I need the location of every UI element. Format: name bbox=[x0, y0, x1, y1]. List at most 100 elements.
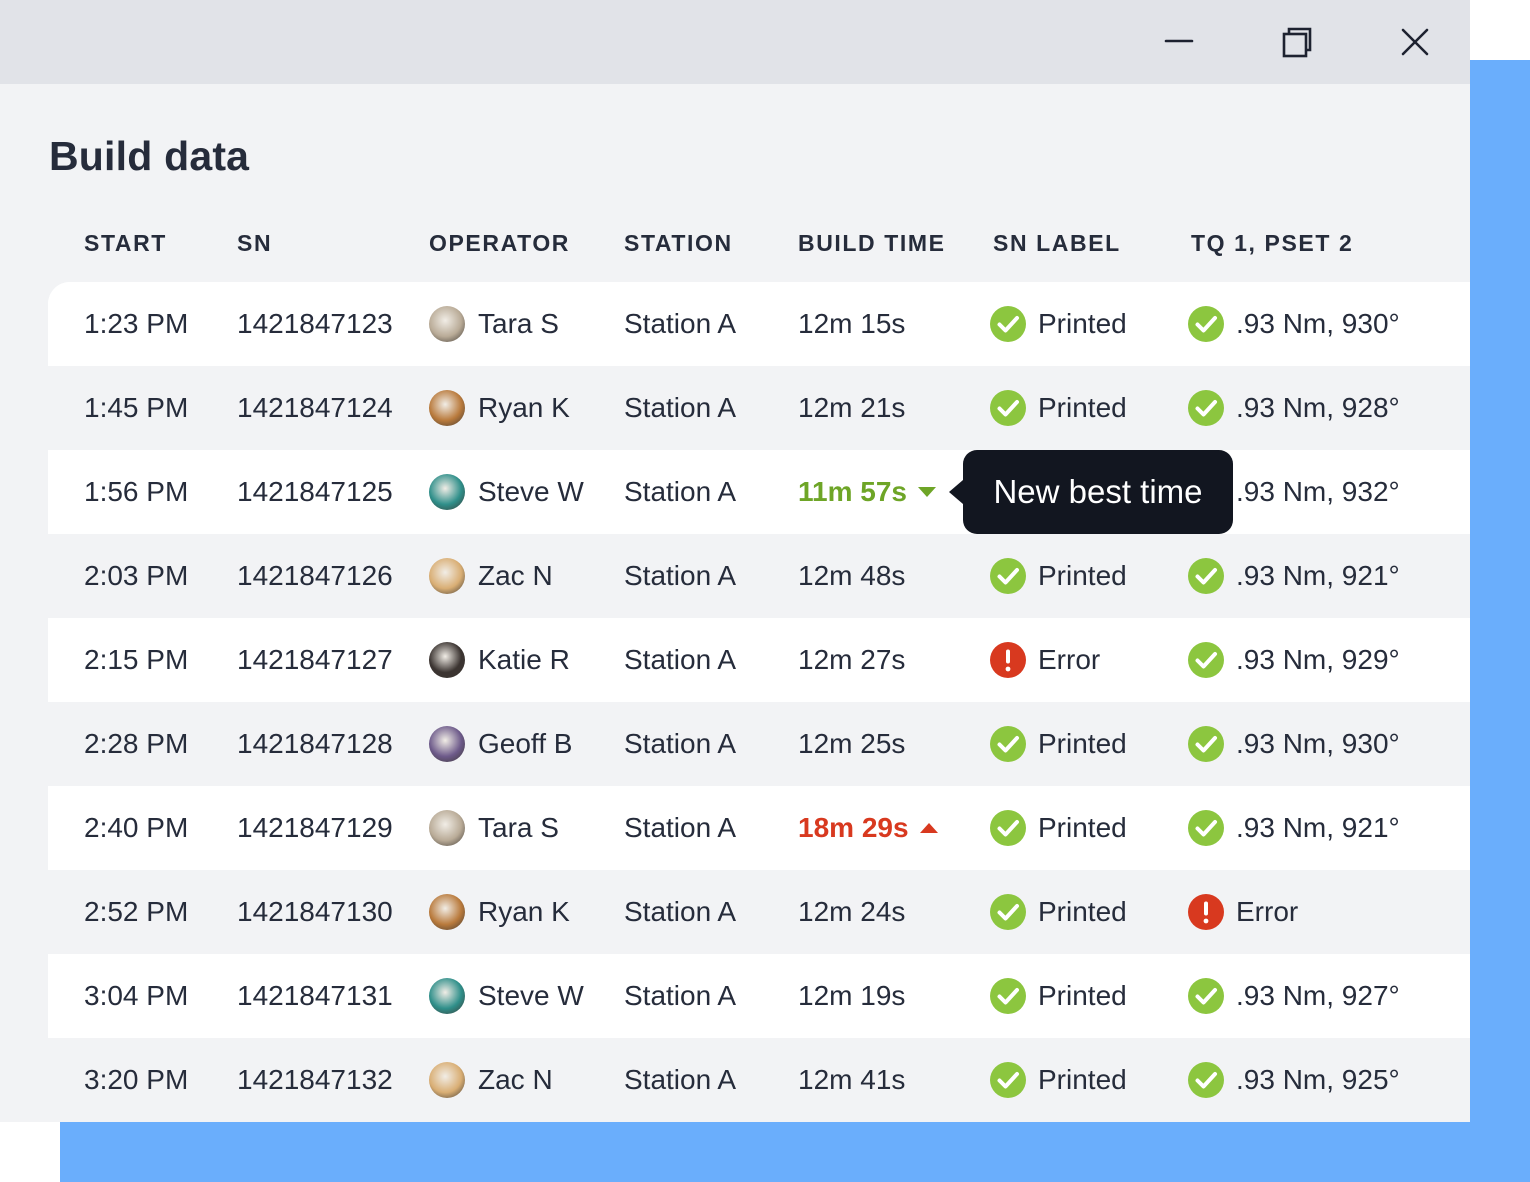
table-row[interactable]: 1:23 PM 1421847123 Tara S Station A 12m 15s P… bbox=[48, 282, 1470, 366]
avatar bbox=[429, 642, 465, 678]
operator-name: Steve W bbox=[478, 476, 584, 507]
sn-label-cell: Error bbox=[990, 618, 1100, 702]
table-row[interactable]: 3:20 PM 1421847132 Zac N Station A 12m 41s Pr… bbox=[48, 1038, 1470, 1122]
start-time: 1:45 PM bbox=[84, 392, 189, 423]
table-row[interactable]: 1:45 PM 1421847124 Ryan K Station A 12m 21s P… bbox=[48, 366, 1470, 450]
sn-label-cell: Printed bbox=[990, 282, 1127, 366]
serial-number: 1421847124 bbox=[237, 392, 393, 423]
operator-cell: Katie R bbox=[429, 618, 570, 702]
table-row[interactable]: 2:15 PM 1421847127 Katie R Station A 12m 27s… bbox=[48, 618, 1470, 702]
torque-value: .93 Nm, 921° bbox=[1236, 812, 1400, 843]
page-title: Build data bbox=[49, 133, 250, 179]
minimize-icon bbox=[1164, 39, 1194, 43]
build-time-cell: 12m 48s bbox=[798, 534, 905, 618]
sn-label-cell: Printed bbox=[990, 366, 1127, 450]
column-header-sn-label[interactable]: SN LABEL bbox=[993, 230, 1121, 257]
avatar bbox=[429, 978, 465, 1014]
check-circle-icon bbox=[990, 390, 1026, 426]
table-row[interactable]: 1:56 PM 1421847125 Steve W Station A 11m 57s… bbox=[48, 450, 1470, 534]
station: Station A bbox=[624, 644, 737, 675]
build-time: 12m 48s bbox=[798, 560, 906, 591]
build-time: 12m 15s bbox=[798, 308, 906, 339]
column-header-station[interactable]: STATION bbox=[624, 230, 733, 257]
torque-value: .93 Nm, 930° bbox=[1236, 308, 1400, 339]
check-circle-icon bbox=[1188, 558, 1224, 594]
torque-cell: .93 Nm, 928° bbox=[1188, 366, 1400, 450]
torque-cell: .93 Nm, 921° bbox=[1188, 786, 1400, 870]
table-body: 1:23 PM 1421847123 Tara S Station A 12m 15s P… bbox=[48, 282, 1470, 1122]
avatar bbox=[429, 474, 465, 510]
avatar bbox=[429, 558, 465, 594]
operator-cell: Ryan K bbox=[429, 366, 570, 450]
sn-label-cell: Printed bbox=[990, 702, 1127, 786]
title-bar bbox=[0, 0, 1470, 84]
start-time: 3:20 PM bbox=[84, 1064, 189, 1095]
best-time-tooltip: New best time bbox=[949, 450, 1233, 534]
operator-cell: Steve W bbox=[429, 450, 584, 534]
close-button[interactable] bbox=[1393, 20, 1437, 64]
restore-button[interactable] bbox=[1274, 20, 1318, 64]
check-circle-icon bbox=[990, 558, 1026, 594]
close-icon bbox=[1401, 28, 1429, 56]
sn-label-status: Printed bbox=[1038, 392, 1127, 423]
station: Station A bbox=[624, 728, 737, 759]
check-circle-icon bbox=[1188, 642, 1224, 678]
build-time-cell: 12m 21s bbox=[798, 366, 905, 450]
torque-cell: .93 Nm, 929° bbox=[1188, 618, 1400, 702]
table-row[interactable]: 2:28 PM 1421847128 Geoff B Station A 12m 25s… bbox=[48, 702, 1470, 786]
build-time: 12m 24s bbox=[798, 896, 906, 927]
operator-name: Tara S bbox=[478, 308, 559, 339]
build-time-cell: 12m 25s bbox=[798, 702, 905, 786]
check-circle-icon bbox=[1188, 726, 1224, 762]
check-circle-icon bbox=[1188, 978, 1224, 1014]
serial-number: 1421847128 bbox=[237, 728, 393, 759]
station: Station A bbox=[624, 560, 737, 591]
sn-label-status: Printed bbox=[1038, 980, 1127, 1011]
station: Station A bbox=[624, 476, 737, 507]
column-header-start[interactable]: START bbox=[84, 230, 167, 257]
column-header-sn[interactable]: SN bbox=[237, 230, 272, 257]
minimize-button[interactable] bbox=[1157, 20, 1201, 64]
build-time-cell: 12m 27s bbox=[798, 618, 905, 702]
serial-number: 1421847125 bbox=[237, 476, 393, 507]
operator-cell: Steve W bbox=[429, 954, 584, 1038]
build-time: 11m 57s bbox=[798, 476, 907, 507]
avatar bbox=[429, 726, 465, 762]
torque-value: .93 Nm, 930° bbox=[1236, 728, 1400, 759]
column-header-operator[interactable]: OPERATOR bbox=[429, 230, 570, 257]
operator-cell: Zac N bbox=[429, 1038, 553, 1122]
operator-name: Zac N bbox=[478, 560, 553, 591]
operator-name: Geoff B bbox=[478, 728, 573, 759]
build-time-cell: 12m 41s bbox=[798, 1038, 905, 1122]
check-circle-icon bbox=[990, 726, 1026, 762]
torque-cell: .93 Nm, 925° bbox=[1188, 1038, 1400, 1122]
build-time: 12m 27s bbox=[798, 644, 906, 675]
avatar bbox=[429, 390, 465, 426]
torque-value: .93 Nm, 925° bbox=[1236, 1064, 1400, 1095]
torque-value: .93 Nm, 932° bbox=[1236, 476, 1400, 507]
tooltip-arrow bbox=[949, 480, 963, 504]
trend-up-icon bbox=[919, 822, 939, 834]
start-time: 1:56 PM bbox=[84, 476, 189, 507]
sn-label-status: Printed bbox=[1038, 560, 1127, 591]
table-row[interactable]: 2:52 PM 1421847130 Ryan K Station A 12m 24s P… bbox=[48, 870, 1470, 954]
column-header-tq[interactable]: TQ 1, PSET 2 bbox=[1191, 230, 1353, 257]
serial-number: 1421847131 bbox=[237, 980, 393, 1011]
check-circle-icon bbox=[990, 894, 1026, 930]
build-time-cell: 18m 29s bbox=[798, 786, 939, 870]
build-time-cell: 12m 24s bbox=[798, 870, 905, 954]
torque-cell: .93 Nm, 927° bbox=[1188, 954, 1400, 1038]
avatar bbox=[429, 894, 465, 930]
column-header-build-time[interactable]: BUILD TIME bbox=[798, 230, 946, 257]
operator-cell: Geoff B bbox=[429, 702, 572, 786]
check-circle-icon bbox=[990, 1062, 1026, 1098]
table-row[interactable]: 2:40 PM 1421847129 Tara S Station A 18m 29s P… bbox=[48, 786, 1470, 870]
operator-cell: Zac N bbox=[429, 534, 553, 618]
start-time: 2:15 PM bbox=[84, 644, 189, 675]
table-row[interactable]: 2:03 PM 1421847126 Zac N Station A 12m 48s Pr… bbox=[48, 534, 1470, 618]
table-row[interactable]: 3:04 PM 1421847131 Steve W Station A 12m 19s… bbox=[48, 954, 1470, 1038]
error-circle-icon bbox=[990, 642, 1026, 678]
torque-cell: Error bbox=[1188, 870, 1298, 954]
tooltip-text: New best time bbox=[993, 473, 1203, 510]
sn-label-cell: Printed bbox=[990, 870, 1127, 954]
